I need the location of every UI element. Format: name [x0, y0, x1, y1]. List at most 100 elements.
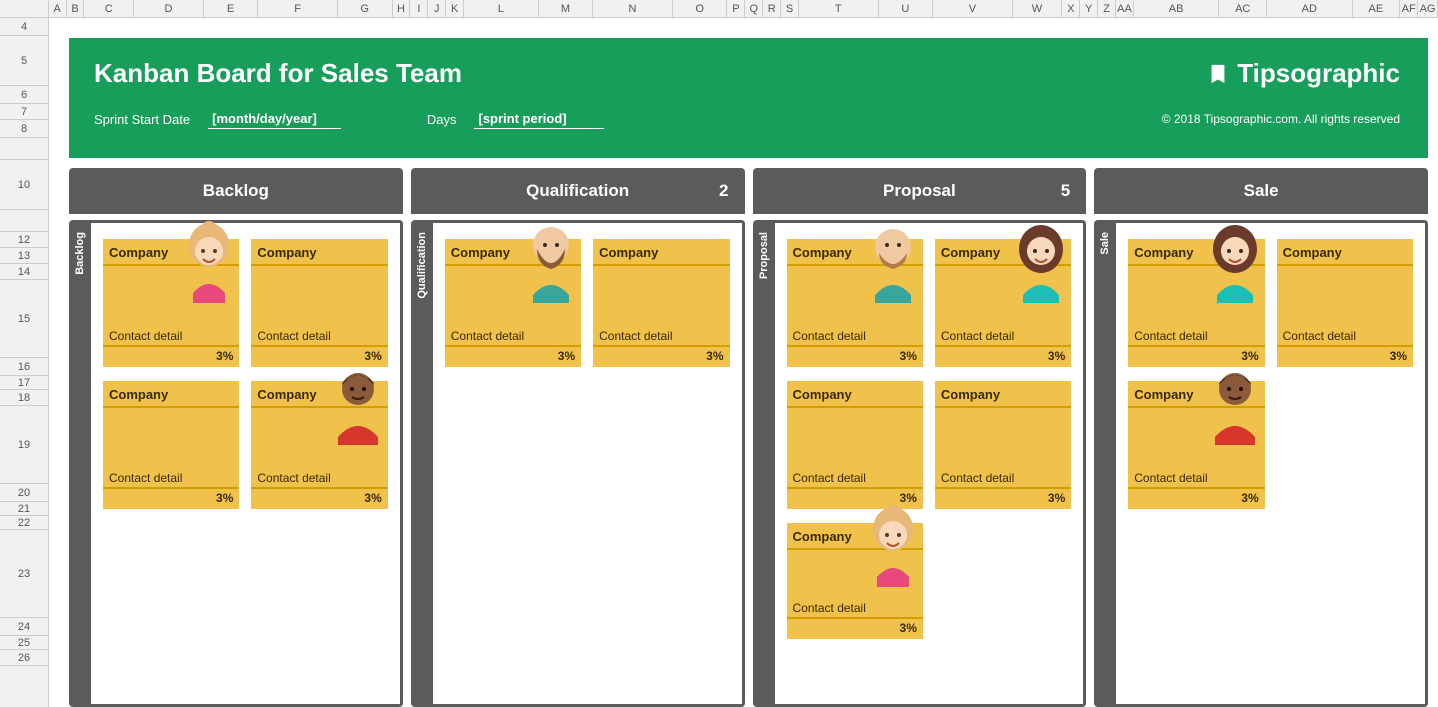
col-header[interactable]: S: [781, 0, 799, 17]
kanban-card[interactable]: CompanyContact detail3%: [251, 239, 387, 367]
card-percent: 3%: [787, 619, 923, 639]
col-header[interactable]: Q: [745, 0, 763, 17]
kanban-card[interactable]: CompanyContact detail3%: [787, 239, 923, 367]
col-header[interactable]: P: [727, 0, 745, 17]
lane-cards[interactable]: CompanyContact detail3%CompanyContact de…: [775, 220, 1087, 707]
row-header[interactable]: 6: [0, 86, 48, 104]
col-header[interactable]: L: [464, 0, 539, 17]
card-percent: 3%: [103, 489, 239, 509]
card-contact: Contact detail: [593, 325, 729, 347]
col-header[interactable]: G: [338, 0, 393, 17]
kanban-card[interactable]: CompanyContact detail3%: [593, 239, 729, 367]
col-header[interactable]: AA: [1116, 0, 1134, 17]
col-header[interactable]: V: [933, 0, 1013, 17]
lane-cards[interactable]: CompanyContact detail3%CompanyContact de…: [91, 220, 403, 707]
lane-header[interactable]: Proposal5: [753, 168, 1087, 214]
col-header[interactable]: U: [879, 0, 934, 17]
avatar-icon: [515, 220, 587, 303]
days-label: Days: [427, 112, 457, 129]
lane-count: 5: [1061, 181, 1070, 201]
row-header[interactable]: 13: [0, 248, 48, 264]
kanban-card[interactable]: CompanyContact detail3%: [935, 381, 1071, 509]
row-header[interactable]: 12: [0, 232, 48, 248]
kanban-card[interactable]: CompanyContact detail3%: [103, 239, 239, 367]
lane-header[interactable]: Backlog: [69, 168, 403, 214]
row-header[interactable]: 25: [0, 636, 48, 650]
row-header[interactable]: [0, 210, 48, 232]
col-header[interactable]: O: [673, 0, 728, 17]
card-company: Company: [251, 239, 387, 266]
row-header[interactable]: 8: [0, 120, 48, 138]
lane-header[interactable]: Sale: [1094, 168, 1428, 214]
col-header[interactable]: W: [1013, 0, 1063, 17]
lane-side-label: Proposal: [758, 220, 770, 291]
col-header[interactable]: AB: [1134, 0, 1219, 17]
row-header[interactable]: 21: [0, 502, 48, 516]
row-header[interactable]: 4: [0, 18, 48, 36]
col-header[interactable]: A: [49, 0, 67, 17]
row-header[interactable]: 22: [0, 516, 48, 530]
kanban-card[interactable]: CompanyContact detail3%: [1128, 239, 1264, 367]
card-contact: Contact detail: [1277, 325, 1413, 347]
avatar-icon: [1005, 220, 1077, 303]
brand-name: Tipsographic: [1237, 58, 1400, 89]
card-contact: Contact detail: [103, 467, 239, 489]
kanban-card[interactable]: CompanyContact detail3%: [935, 239, 1071, 367]
lane-side-tab: Qualification: [411, 220, 433, 707]
row-header[interactable]: 26: [0, 650, 48, 666]
row-header[interactable]: 14: [0, 264, 48, 280]
days-field[interactable]: [sprint period]: [474, 111, 604, 129]
row-header[interactable]: [0, 138, 48, 160]
lane-header[interactable]: Qualification2: [411, 168, 745, 214]
row-header[interactable]: 19: [0, 406, 48, 484]
col-header[interactable]: D: [134, 0, 204, 17]
kanban-lane: BacklogBacklogCompanyContact detail3%Com…: [69, 168, 403, 707]
row-header[interactable]: 5: [0, 36, 48, 86]
kanban-card[interactable]: CompanyContact detail3%: [1128, 381, 1264, 509]
col-header[interactable]: AD: [1267, 0, 1352, 17]
col-header[interactable]: M: [539, 0, 594, 17]
avatar-icon: [857, 503, 929, 587]
kanban-card[interactable]: CompanyContact detail3%: [445, 239, 581, 367]
row-header[interactable]: 10: [0, 160, 48, 210]
kanban-lane: SaleSaleCompanyContact detail3%CompanyCo…: [1094, 168, 1428, 707]
kanban-card[interactable]: CompanyContact detail3%: [787, 381, 923, 509]
col-header[interactable]: AF: [1400, 0, 1418, 17]
col-header[interactable]: I: [410, 0, 428, 17]
row-header[interactable]: 16: [0, 358, 48, 376]
col-header[interactable]: C: [84, 0, 134, 17]
col-header[interactable]: T: [799, 0, 879, 17]
col-header[interactable]: H: [393, 0, 411, 17]
lane-cards[interactable]: CompanyContact detail3% Company Contact de…: [433, 220, 745, 707]
col-header[interactable]: AG: [1418, 0, 1438, 17]
row-header[interactable]: 24: [0, 618, 48, 636]
row-header[interactable]: 18: [0, 390, 48, 406]
lane-cards[interactable]: CompanyContact detail3%CompanyContact de…: [1116, 220, 1428, 707]
kanban-card[interactable]: Company Contact detail3%: [103, 381, 239, 509]
col-header[interactable]: AC: [1219, 0, 1267, 17]
card-company: Company: [103, 381, 239, 408]
col-header[interactable]: J: [428, 0, 446, 17]
row-header[interactable]: 7: [0, 104, 48, 120]
card-percent: 3%: [935, 489, 1071, 509]
row-header[interactable]: 20: [0, 484, 48, 502]
col-header[interactable]: N: [593, 0, 673, 17]
kanban-card[interactable]: CompanyContact detail3%: [251, 381, 387, 509]
card-company: Company: [593, 239, 729, 266]
col-header[interactable]: AE: [1353, 0, 1401, 17]
kanban-card[interactable]: CompanyContact detail3%: [1277, 239, 1413, 367]
col-header[interactable]: B: [67, 0, 85, 17]
sprint-start-field[interactable]: [month/day/year]: [208, 111, 341, 129]
col-header[interactable]: F: [258, 0, 338, 17]
col-header[interactable]: R: [763, 0, 781, 17]
lane-side-tab: Proposal: [753, 220, 775, 707]
row-header[interactable]: 17: [0, 376, 48, 390]
col-header[interactable]: K: [446, 0, 464, 17]
col-header[interactable]: X: [1062, 0, 1080, 17]
row-header[interactable]: 15: [0, 280, 48, 358]
kanban-card[interactable]: CompanyContact detail3%: [787, 523, 923, 639]
col-header[interactable]: E: [204, 0, 259, 17]
row-header[interactable]: 23: [0, 530, 48, 618]
col-header[interactable]: Z: [1098, 0, 1116, 17]
col-header[interactable]: Y: [1080, 0, 1098, 17]
